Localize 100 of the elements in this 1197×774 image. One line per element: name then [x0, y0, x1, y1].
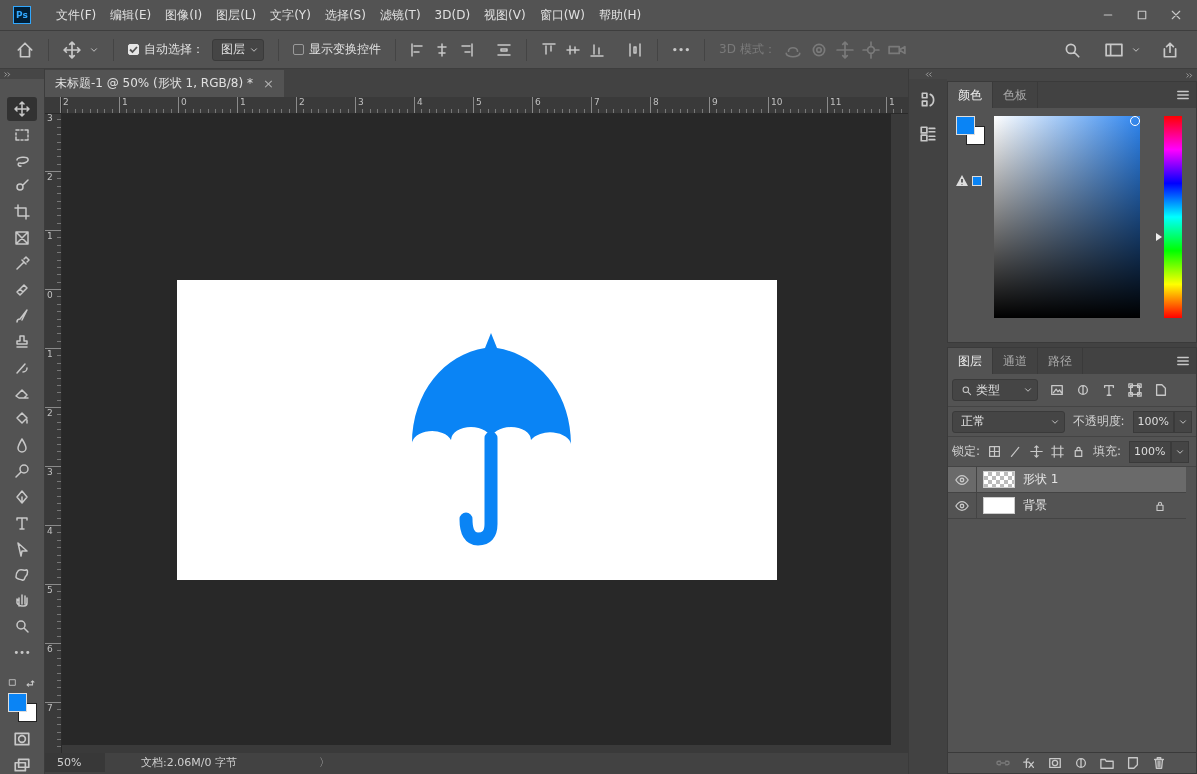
gamut-swatch[interactable] — [972, 175, 982, 186]
pen-tool-icon — [14, 488, 30, 505]
align-bottom-icon[interactable] — [589, 41, 605, 58]
screen-mode-icon[interactable] — [13, 756, 31, 774]
maximize-icon — [1136, 9, 1148, 21]
image-filter-icon[interactable] — [1050, 383, 1064, 397]
horizontal-scrollbar[interactable] — [62, 745, 891, 753]
hue-slider[interactable] — [1156, 116, 1182, 318]
layer-dropdown[interactable]: 图层 — [212, 38, 264, 61]
checkbox[interactable] — [293, 44, 304, 55]
more-tools-icon — [14, 649, 30, 655]
expand-icon — [1186, 71, 1193, 79]
status-arrow-button[interactable]: 〉 — [318, 755, 330, 770]
layer-row[interactable]: 背景 — [948, 493, 1186, 519]
menu-item[interactable]: 编辑(E) — [103, 6, 159, 24]
hue-slider-thumb[interactable] — [1156, 233, 1162, 242]
smart-object-filter-icon[interactable] — [1154, 383, 1168, 397]
lock-position-icon[interactable] — [1030, 445, 1044, 458]
new-layer-icon[interactable] — [1126, 756, 1140, 770]
default-colors-icon[interactable] — [8, 678, 17, 688]
zoom-tool-icon — [14, 618, 30, 635]
warning-icon[interactable] — [956, 175, 968, 186]
menu-item[interactable]: 帮助(H) — [591, 6, 649, 24]
fx-icon[interactable] — [1022, 756, 1036, 770]
fill-field[interactable]: 100% — [1129, 440, 1171, 463]
align-center-icon[interactable] — [434, 41, 450, 58]
opacity-field[interactable]: 100% — [1132, 410, 1174, 433]
eyedropper-tool-icon — [14, 256, 30, 273]
panel-menu-icon[interactable] — [1176, 88, 1190, 102]
visibility-eye-icon[interactable] — [955, 472, 969, 487]
brush-tool-icon — [14, 307, 30, 324]
frame-tool-icon — [14, 230, 30, 247]
color-swatches[interactable] — [956, 116, 985, 145]
fill-label: 填充: — [1093, 443, 1122, 460]
lock-icon[interactable] — [1154, 499, 1166, 512]
swap-colors-icon[interactable] — [25, 678, 36, 690]
panel-menu-icon[interactable] — [1176, 354, 1190, 368]
menu-item[interactable]: 窗口(W) — [532, 6, 592, 24]
layer-thumbnail — [983, 497, 1015, 514]
folder-icon[interactable] — [1100, 756, 1114, 770]
show-transform-checkbox[interactable]: 显示变换控件 — [293, 41, 381, 58]
menu-item[interactable]: 文件(F) — [49, 6, 104, 24]
color-field[interactable] — [994, 116, 1140, 318]
vertical-scrollbar[interactable] — [891, 114, 908, 753]
caret-icon — [1023, 385, 1033, 395]
menu-item[interactable]: 选择(S) — [317, 6, 373, 24]
align-top-icon[interactable] — [541, 41, 557, 58]
adjustment-layer-icon[interactable] — [1074, 756, 1088, 770]
color-swatches[interactable] — [7, 693, 37, 723]
adjustment-filter-icon[interactable] — [1076, 383, 1090, 397]
tab-close-button[interactable]: × — [262, 76, 274, 91]
panel-tab[interactable]: 颜色 — [948, 82, 993, 108]
opacity-label: 不透明度: — [1072, 413, 1125, 430]
menu-item[interactable]: 滤镜(T) — [372, 6, 428, 24]
menu-item[interactable]: 视图(V) — [477, 6, 533, 24]
more-icon[interactable] — [672, 47, 690, 52]
menu-item[interactable]: 文字(Y) — [263, 6, 318, 24]
tool-button[interactable] — [7, 96, 37, 121]
blend-mode-dropdown[interactable]: 正常 — [952, 410, 1065, 433]
close-icon — [1170, 9, 1182, 21]
visibility-eye-icon[interactable] — [955, 498, 969, 513]
zoom-level[interactable]: 50% — [45, 753, 105, 772]
auto-select-checkbox[interactable]: 自动选择： — [128, 41, 204, 58]
expand-icon — [4, 70, 11, 78]
layer-name[interactable]: 形状 1 — [1023, 471, 1186, 488]
lock-label: 锁定: — [952, 443, 981, 460]
drop-tool-icon — [14, 437, 30, 454]
history-panel-icon[interactable] — [919, 91, 937, 109]
align-right-icon[interactable] — [458, 41, 474, 58]
lock-artboard-icon[interactable] — [1051, 445, 1065, 458]
type-tool-icon — [14, 514, 30, 531]
layer-row[interactable]: 形状 1 — [948, 467, 1186, 493]
layer-name[interactable]: 背景 — [1023, 497, 1154, 514]
stamp-tool-icon — [14, 333, 30, 350]
filter-dropdown[interactable]: 类型 — [952, 379, 1038, 401]
trash-icon[interactable] — [1152, 756, 1166, 770]
menu-item[interactable]: 图层(L) — [209, 6, 264, 24]
hand-tool-icon — [14, 592, 30, 609]
crop-tool-icon — [14, 204, 30, 221]
document-info: 文档:2.06M/0 字节 — [141, 755, 237, 770]
layer-thumbnail — [983, 471, 1015, 488]
menu-item[interactable]: 图像(I) — [158, 6, 210, 24]
marquee-tool-icon — [14, 126, 30, 143]
shape-filter-icon[interactable] — [1128, 383, 1142, 397]
distribute-icon[interactable] — [496, 41, 512, 58]
panel-tab[interactable]: 图层 — [948, 348, 993, 374]
menu-item[interactable]: 3D(D) — [427, 8, 478, 22]
home-icon[interactable] — [16, 40, 34, 59]
search-icon — [961, 384, 972, 396]
document-tab[interactable]: 未标题-1 @ 50% (形状 1, RGB/8) * × — [45, 70, 284, 97]
move-icon[interactable] — [63, 40, 81, 59]
align-left-icon[interactable] — [410, 41, 426, 58]
type-filter-icon[interactable] — [1102, 383, 1116, 397]
distribute-icon[interactable] — [627, 41, 643, 58]
custom-shape-tool-icon — [14, 566, 30, 583]
lock-pixels-icon[interactable] — [988, 445, 1002, 458]
properties-panel-icon[interactable] — [919, 125, 937, 143]
share-icon[interactable] — [1161, 40, 1179, 59]
collapse-icon — [924, 70, 932, 78]
mask-icon[interactable] — [1048, 756, 1062, 770]
